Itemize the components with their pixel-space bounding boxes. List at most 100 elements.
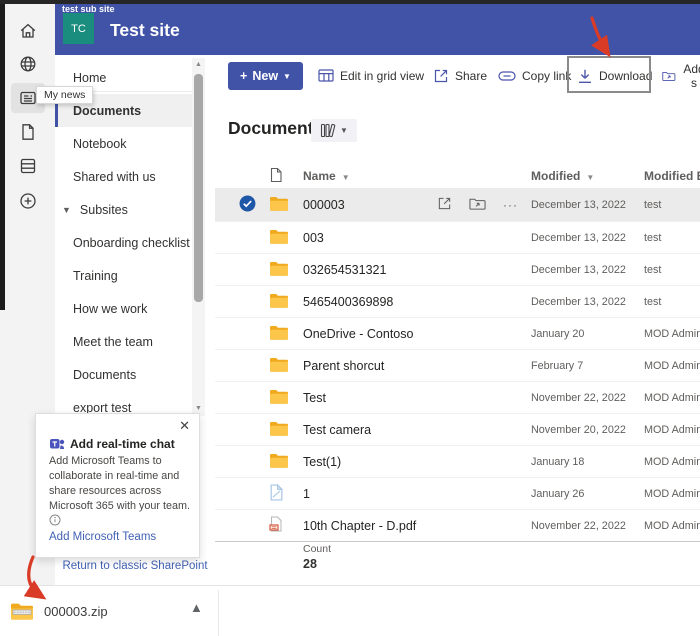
add-shortcut-button[interactable]: Add s — [662, 62, 700, 90]
modified-by: MOD Adminis — [644, 519, 700, 532]
modified-by: MOD Adminis — [644, 487, 700, 500]
column-modified[interactable]: Modified ▼ — [525, 169, 638, 183]
scroll-down-icon[interactable]: ▼ — [192, 405, 205, 412]
folder-icon — [269, 389, 303, 407]
table-row[interactable]: 10th Chapter - D.pdf November 22, 2022 MOD… — [215, 510, 700, 542]
modified-date: January 20 — [531, 327, 585, 340]
new-button[interactable]: + New ▼ — [228, 62, 303, 90]
nav-item-documents[interactable]: Documents — [55, 358, 192, 391]
modified-by: test — [644, 295, 662, 308]
downloaded-file[interactable]: 000003.zip — [0, 586, 218, 636]
share-button[interactable]: Share — [433, 63, 487, 89]
folder-icon — [269, 196, 303, 214]
add-shortcut-icon[interactable] — [469, 196, 486, 214]
close-icon[interactable]: ✕ — [179, 418, 190, 434]
add-teams-link[interactable]: Add Microsoft Teams — [49, 531, 156, 543]
file-name[interactable]: 10th Chapter - D.pdf — [303, 519, 525, 533]
folder-icon — [269, 325, 303, 343]
table-row[interactable]: 000003 December 13, 2022 test ··· — [215, 188, 700, 222]
info-icon[interactable] — [49, 514, 61, 526]
table-row[interactable]: Test November 22, 2022 MOD Adminis — [215, 382, 700, 414]
nav-item-shared-with-us[interactable]: Shared with us — [55, 160, 192, 193]
copy-link-button[interactable]: Copy link — [498, 63, 571, 89]
modified-date: November 22, 2022 — [531, 519, 626, 532]
chevron-up-icon[interactable]: ▲ — [190, 600, 203, 615]
file-name[interactable]: Test — [303, 391, 525, 405]
download-icon — [579, 69, 591, 83]
lists-icon[interactable] — [11, 151, 45, 181]
download-button[interactable]: Download — [577, 63, 652, 89]
file-name[interactable]: Test camera — [303, 423, 525, 437]
teams-icon — [50, 439, 65, 449]
table-row[interactable]: Parent shorcut February 7 MOD Adminis — [215, 350, 700, 382]
file-name[interactable]: 032654531321 — [303, 263, 525, 277]
column-name[interactable]: Name ▼ — [303, 169, 525, 183]
home-icon[interactable] — [11, 16, 45, 46]
edit-grid-view-button[interactable]: Edit in grid view — [318, 63, 424, 89]
file-icon[interactable] — [11, 117, 45, 147]
folder-icon — [269, 229, 303, 247]
file-name[interactable]: OneDrive - Contoso — [303, 327, 525, 341]
table-row[interactable]: Test(1) January 18 MOD Adminis — [215, 446, 700, 478]
file-name[interactable]: Parent shorcut — [303, 359, 525, 373]
nav-item-notebook[interactable]: Notebook — [55, 127, 192, 160]
modified-date: November 20, 2022 — [531, 423, 626, 436]
modified-by: test — [644, 198, 662, 211]
folder-icon — [269, 293, 303, 311]
add-icon[interactable] — [11, 186, 45, 216]
site-logo[interactable]: TC — [63, 13, 94, 44]
nav-item-label: Notebook — [73, 136, 127, 151]
nav-item-onboarding-checklist[interactable]: Onboarding checklist — [55, 226, 192, 259]
nav-item-how-we-work[interactable]: How we work — [55, 292, 192, 325]
nav-item-subsites[interactable]: ▼ Subsites — [55, 193, 192, 226]
grid-icon — [318, 69, 334, 82]
nav-scrollbar[interactable]: ▲ ▼ — [192, 58, 205, 416]
site-title[interactable]: Test site — [110, 20, 180, 41]
card-title: Add real-time chat — [70, 437, 175, 451]
chevron-down-icon[interactable]: ▼ — [62, 205, 71, 215]
modified-date: December 13, 2022 — [531, 263, 626, 276]
file-name[interactable]: 5465400369898 — [303, 295, 525, 309]
nav-item-training[interactable]: Training — [55, 259, 192, 292]
modified-by: MOD Adminis — [644, 423, 700, 436]
table-row[interactable]: OneDrive - Contoso January 20 MOD Adminis — [215, 318, 700, 350]
table-row[interactable]: Test camera November 20, 2022 MOD Adminis — [215, 414, 700, 446]
library-title: Documents — [228, 118, 324, 138]
folder-icon — [269, 421, 303, 439]
table-row[interactable]: 5465400369898 December 13, 2022 test — [215, 286, 700, 318]
globe-icon[interactable] — [11, 49, 45, 79]
file-name[interactable]: 1 — [303, 487, 525, 501]
table-row[interactable]: 003 December 13, 2022 test — [215, 222, 700, 254]
count-label: Count — [303, 543, 332, 555]
link-icon — [498, 71, 516, 81]
file-name[interactable]: Test(1) — [303, 455, 525, 469]
scroll-up-icon[interactable]: ▲ — [192, 61, 205, 68]
modified-by: MOD Adminis — [644, 391, 700, 404]
row-selected-check-icon[interactable] — [239, 195, 269, 215]
window-top-edge — [0, 0, 700, 4]
scrollbar-thumb[interactable] — [194, 74, 203, 302]
table-row[interactable]: 1 January 26 MOD Adminis — [215, 478, 700, 510]
folder-icon — [269, 261, 303, 279]
table-header: Name▼ Modified▼ Modified By — [215, 163, 700, 189]
my-news-tooltip: My news — [36, 86, 94, 104]
nav-item-label: Onboarding checklist — [73, 235, 190, 250]
nav-item-label: Documents — [73, 103, 142, 118]
view-selector[interactable]: ▼ — [311, 119, 357, 142]
file-type-column-icon[interactable] — [269, 167, 303, 186]
more-actions-icon[interactable]: ··· — [503, 198, 518, 212]
modified-date: January 26 — [531, 487, 585, 500]
modified-date: December 13, 2022 — [531, 295, 626, 308]
pdf-icon — [269, 516, 303, 535]
shelf-divider — [218, 590, 219, 636]
modified-by: MOD Adminis — [644, 359, 700, 372]
modified-date: January 18 — [531, 455, 585, 468]
nav-item-label: Training — [73, 268, 118, 283]
share-icon[interactable] — [437, 196, 452, 214]
table-row[interactable]: 032654531321 December 13, 2022 test — [215, 254, 700, 286]
nav-item-label: Shared with us — [73, 169, 156, 184]
file-name[interactable]: 003 — [303, 231, 525, 245]
nav-item-meet-the-team[interactable]: Meet the team — [55, 325, 192, 358]
column-modified-by[interactable]: Modified By — [638, 169, 700, 183]
return-to-classic-link[interactable]: Return to classic SharePoint — [55, 560, 215, 572]
